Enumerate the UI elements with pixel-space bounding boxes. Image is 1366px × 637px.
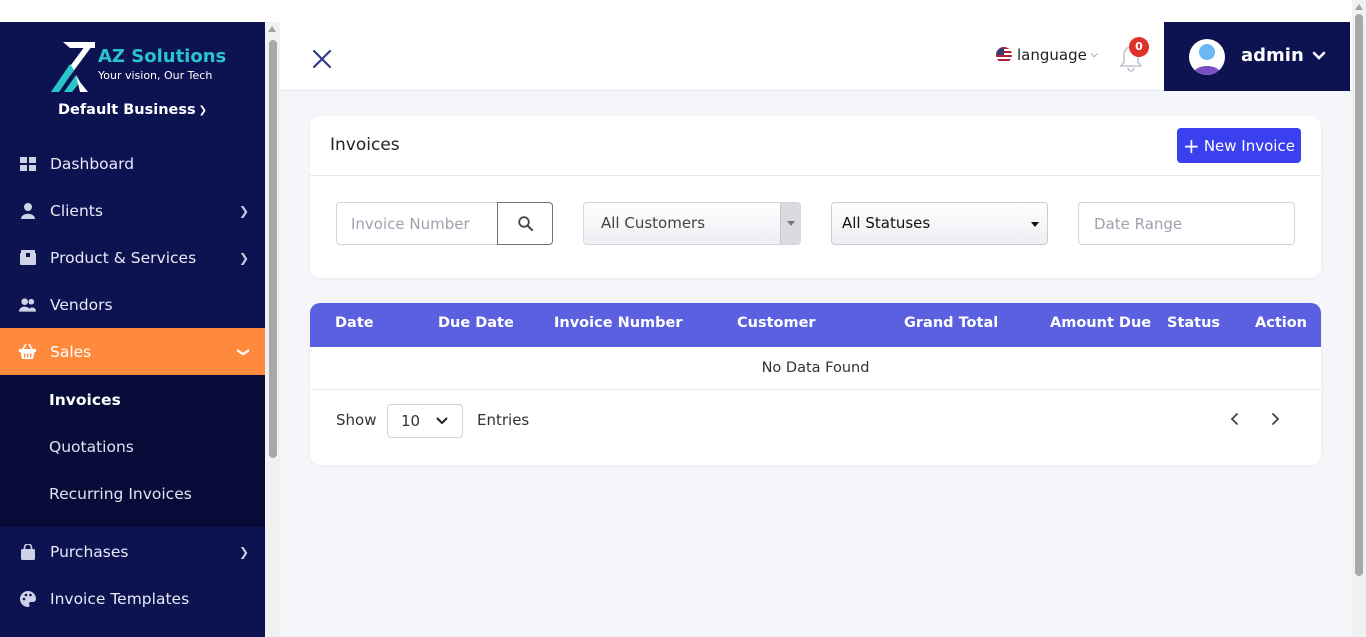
brand-logo[interactable]: AZ Solutions Your vision, Our Tech [50, 42, 250, 94]
chevron-down-icon [1312, 51, 1326, 60]
sidebar-item-clients[interactable]: Clients ❯ [0, 187, 265, 234]
date-range-input[interactable] [1078, 202, 1295, 245]
sidebar-item-purchases[interactable]: Purchases ❯ [0, 528, 265, 575]
invoices-table-card: Date Due Date Invoice Number Customer Gr… [310, 303, 1321, 465]
users-icon [19, 296, 36, 313]
column-header-invoice-number[interactable]: Invoice Number [554, 315, 683, 331]
brand-tagline: Your vision, Our Tech [98, 69, 213, 82]
notification-count-badge: 0 [1129, 37, 1149, 57]
submenu-item-invoices[interactable]: Invoices [49, 391, 121, 409]
column-header-due-date[interactable]: Due Date [438, 315, 514, 331]
user-icon [19, 202, 36, 219]
business-selector[interactable]: Default Business ❯ [0, 102, 265, 118]
search-icon [517, 216, 533, 231]
chevron-left-icon[interactable] [1227, 411, 1243, 427]
chevron-right-icon: ❯ [238, 250, 249, 265]
sales-submenu: Invoices Quotations Recurring Invoices [0, 375, 265, 527]
chevron-down-icon [436, 417, 448, 425]
sidebar-item-label: Vendors [50, 295, 113, 314]
chevron-down-icon: ❯ [236, 346, 251, 357]
user-name: admin [1241, 45, 1304, 66]
sidebar-item-products[interactable]: Product & Services ❯ [0, 234, 265, 281]
chevron-down-icon: ❯ [198, 104, 208, 116]
dashboard-icon [19, 155, 36, 172]
search-button[interactable] [497, 202, 553, 245]
column-header-status[interactable]: Status [1167, 315, 1220, 331]
table-header: Date Due Date Invoice Number Customer Gr… [310, 303, 1321, 347]
scroll-up-arrow-icon[interactable] [1355, 4, 1363, 10]
entries-label: Entries [477, 411, 530, 429]
sidebar-item-label: Invoice Templates [50, 589, 190, 608]
sidebar-item-label: Clients [50, 201, 103, 220]
sidebar-item-label: Sales [50, 342, 92, 361]
page-title: Invoices [330, 135, 400, 155]
customer-select[interactable]: All Customers [583, 202, 801, 245]
empty-table-message: No Data Found [310, 347, 1321, 390]
submenu-item-recurring-invoices[interactable]: Recurring Invoices [49, 485, 192, 503]
entries-per-page-select[interactable]: 10 [387, 404, 463, 438]
us-flag-icon [996, 47, 1012, 63]
new-invoice-button[interactable]: + New Invoice [1177, 128, 1301, 163]
dropdown-arrow-icon [780, 203, 800, 244]
sidebar-item-invoice-templates[interactable]: Invoice Templates [0, 575, 265, 622]
column-header-customer[interactable]: Customer [737, 315, 816, 331]
close-icon[interactable] [310, 47, 334, 71]
chevron-down-icon: ⌵ [1090, 50, 1098, 60]
chevron-right-icon: ❯ [238, 544, 249, 559]
user-menu[interactable]: admin [1164, 22, 1350, 91]
plus-icon: + [1183, 133, 1200, 158]
brand-title: AZ Solutions [98, 46, 227, 67]
status-select-value: All Statuses [842, 214, 931, 232]
column-header-grand-total[interactable]: Grand Total [904, 315, 998, 331]
sidebar-item-dashboard[interactable]: Dashboard [0, 140, 265, 187]
customer-select-value: All Customers [601, 214, 706, 232]
business-label: Default Business [57, 102, 196, 118]
scroll-up-arrow-icon[interactable] [268, 26, 276, 32]
entries-value: 10 [401, 412, 421, 430]
invoice-number-input[interactable] [336, 202, 498, 245]
sidebar-item-label: Dashboard [50, 154, 135, 173]
chevron-right-icon: ❯ [238, 203, 249, 218]
sidebar-item-label: Purchases [50, 542, 129, 561]
basket-icon [19, 343, 36, 360]
column-header-date[interactable]: Date [335, 315, 374, 331]
top-header: language ⌵ 0 admin [280, 0, 1352, 91]
sidebar-item-sales[interactable]: Sales ❯ [0, 328, 265, 375]
sidebar-item-vendors[interactable]: Vendors [0, 281, 265, 328]
column-header-amount-due[interactable]: Amount Due [1050, 315, 1151, 331]
language-label: language [1017, 46, 1087, 64]
sidebar: AZ Solutions Your vision, Our Tech Defau… [0, 22, 265, 637]
column-header-action[interactable]: Action [1255, 315, 1307, 331]
invoices-filter-card: Invoices + New Invoice All Customers All… [310, 116, 1321, 278]
az-logo-icon [51, 42, 95, 92]
box-icon [19, 249, 36, 266]
dropdown-arrow-icon [1031, 222, 1039, 227]
bag-icon [19, 543, 36, 560]
language-selector[interactable]: language ⌵ [996, 46, 1098, 64]
show-label: Show [336, 411, 377, 429]
status-select[interactable]: All Statuses [831, 202, 1048, 245]
new-invoice-label: New Invoice [1203, 136, 1295, 155]
avatar [1189, 39, 1225, 75]
page-scrollbar-thumb[interactable] [1355, 14, 1363, 576]
sidebar-item-label: Product & Services [50, 248, 197, 267]
sidebar-scrollbar-thumb[interactable] [269, 40, 277, 458]
divider [310, 175, 1321, 176]
top-strip [0, 0, 280, 22]
chevron-right-icon[interactable] [1267, 411, 1283, 427]
palette-icon [19, 590, 36, 607]
submenu-item-quotations[interactable]: Quotations [49, 438, 134, 456]
